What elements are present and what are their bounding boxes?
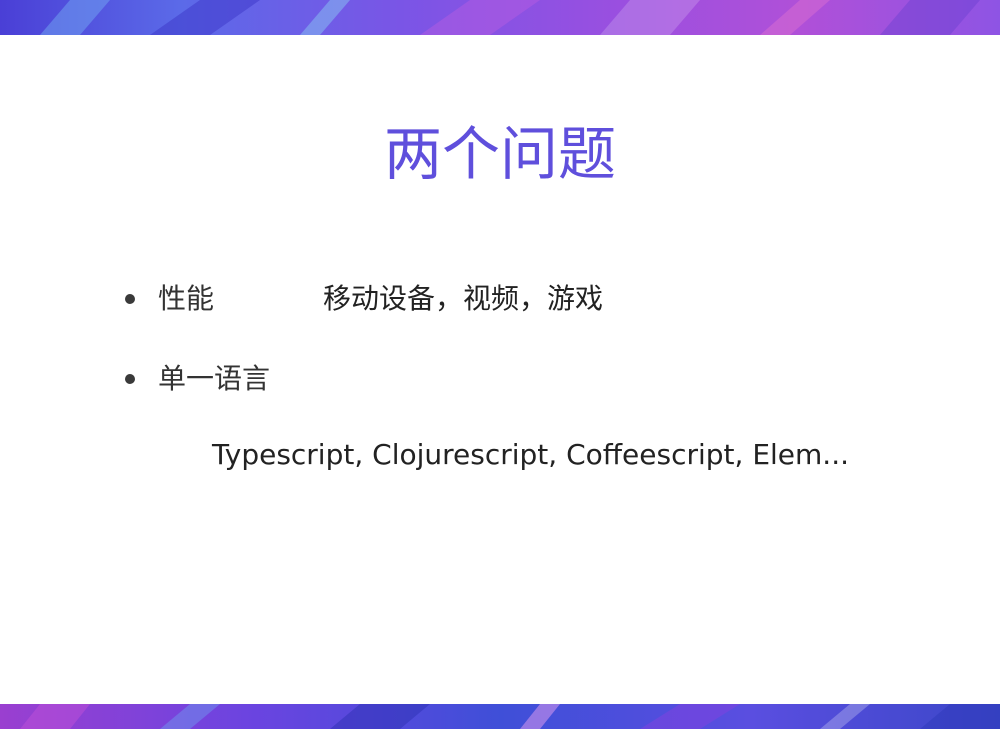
bottom-band-streaks xyxy=(20,704,1000,729)
bottom-decorative-band xyxy=(0,704,1000,729)
slide-content: 两个问题 性能 移动设备，视频，游戏 单一语言 Typescript, Cloj… xyxy=(0,35,1000,704)
top-decorative-band xyxy=(0,0,1000,35)
top-band-streaks xyxy=(40,0,980,35)
slide-title: 两个问题 xyxy=(383,120,616,188)
bullet-label: 单一语言 xyxy=(158,362,271,395)
bullet-dot-icon xyxy=(125,294,135,304)
language-examples: Typescript, Clojurescript, Coffeescript,… xyxy=(212,438,849,471)
bullet-dot-icon xyxy=(125,374,135,384)
bullet-detail: 移动设备，视频，游戏 xyxy=(323,282,604,315)
bullet-label: 性能 xyxy=(158,282,215,315)
